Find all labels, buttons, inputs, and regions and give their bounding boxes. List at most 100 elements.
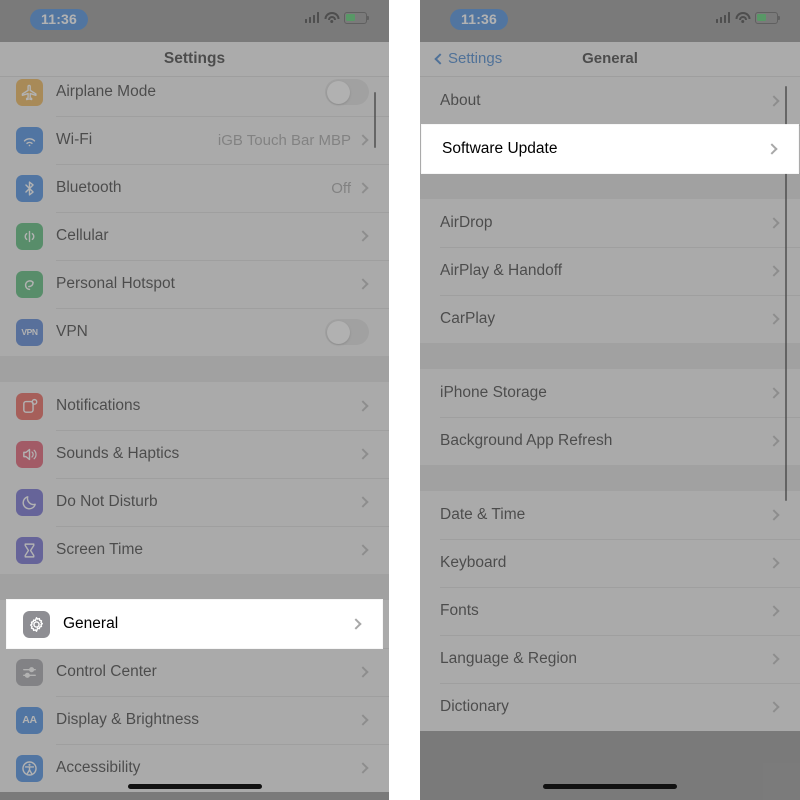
chevron-right-icon xyxy=(768,435,780,447)
status-clock: 11:36 xyxy=(30,9,89,30)
cellular-signal-icon xyxy=(715,12,730,24)
list-section: Notifications Sounds & Haptics Do Not Dist… xyxy=(0,382,389,574)
list-item-label: AirPlay & Handoff xyxy=(440,262,563,279)
list-item[interactable]: Wi-Fi iGB Touch Bar MBP xyxy=(0,116,389,164)
wifi-icon xyxy=(324,12,339,24)
list-item[interactable]: About xyxy=(420,77,800,125)
chevron-right-icon xyxy=(768,313,780,325)
list-item-value: iGB Touch Bar MBP xyxy=(217,131,351,149)
list-item-highlighted[interactable]: General xyxy=(7,600,382,648)
cellular-signal-icon xyxy=(304,12,319,24)
chevron-right-icon xyxy=(768,265,780,277)
list-section: AirDrop AirPlay & Handoff CarPlay xyxy=(420,199,800,343)
list-item-label: Sounds & Haptics xyxy=(56,445,180,462)
right-status-bar: 11:36 xyxy=(420,0,800,42)
list-item[interactable]: AirPlay & Handoff xyxy=(420,247,800,295)
status-icon-group xyxy=(715,12,780,24)
list-item-highlighted[interactable]: Software Update xyxy=(422,125,798,173)
chevron-right-icon xyxy=(768,95,780,107)
screenshot-root: 11:36 Settings Airplane Mode Wi-Fi iGB Tou… xyxy=(0,0,800,800)
list-item[interactable]: Screen Time xyxy=(0,526,389,574)
list-item[interactable]: Keyboard xyxy=(420,539,800,587)
sounds-icon xyxy=(16,440,43,468)
toggle-knob xyxy=(326,80,350,104)
general-list[interactable]: About Software Update AirDrop AirPlay & Han… xyxy=(420,77,800,800)
hourglass-icon xyxy=(16,536,43,564)
status-icon-group xyxy=(304,12,369,24)
right-nav-bar: Settings General xyxy=(420,42,800,77)
toggle-knob xyxy=(326,320,350,344)
home-indicator xyxy=(127,784,262,789)
list-item[interactable]: Sounds & Haptics xyxy=(0,430,389,478)
list-item-label: Notifications xyxy=(56,397,141,414)
wifi-icon xyxy=(16,126,43,154)
list-item-label: Display & Brightness xyxy=(56,711,200,728)
list-item-label: Dictionary xyxy=(440,698,509,715)
chevron-right-icon xyxy=(768,605,780,617)
chevron-right-icon xyxy=(357,278,369,290)
list-item[interactable]: CarPlay xyxy=(420,295,800,343)
settings-list[interactable]: Airplane Mode Wi-Fi iGB Touch Bar MBP Bluet… xyxy=(0,68,389,800)
chevron-right-icon xyxy=(357,496,369,508)
right-phone-screen: 11:36 Settings General About Software Upd… xyxy=(420,0,800,800)
chevron-right-icon xyxy=(357,400,369,412)
list-item[interactable]: Dictionary xyxy=(420,683,800,731)
chevron-right-icon xyxy=(768,653,780,665)
list-item[interactable]: Do Not Disturb xyxy=(0,478,389,526)
list-item[interactable]: Fonts xyxy=(420,587,800,635)
list-item[interactable]: Notifications xyxy=(0,382,389,430)
list-item-label: Date & Time xyxy=(440,506,526,523)
list-section: iPhone Storage Background App Refresh xyxy=(420,369,800,465)
list-item-value: Off xyxy=(331,179,351,197)
left-nav-bar: Settings xyxy=(0,42,389,77)
list-item-label: About xyxy=(440,92,481,109)
page-title: General xyxy=(582,50,638,67)
battery-icon xyxy=(755,12,780,24)
moon-icon xyxy=(16,488,43,516)
list-item-label: Bluetooth xyxy=(56,179,122,196)
list-item[interactable]: Bluetooth Off xyxy=(0,164,389,212)
list-item-label: iPhone Storage xyxy=(440,384,547,401)
list-item[interactable]: AirDrop xyxy=(420,199,800,247)
list-item[interactable]: Date & Time xyxy=(420,491,800,539)
vpn-icon: VPN xyxy=(16,318,43,346)
hotspot-icon xyxy=(16,270,43,298)
list-item-label: CarPlay xyxy=(440,310,496,327)
bluetooth-icon xyxy=(16,174,43,202)
chevron-right-icon xyxy=(768,387,780,399)
list-item-label: Accessibility xyxy=(56,759,141,776)
toggle-switch[interactable] xyxy=(325,319,369,345)
section-gap xyxy=(420,173,800,199)
list-item[interactable]: Personal Hotspot xyxy=(0,260,389,308)
chevron-right-icon xyxy=(357,182,369,194)
list-item-label: Software Update xyxy=(442,140,558,157)
wifi-icon xyxy=(735,12,750,24)
list-item[interactable]: AA Display & Brightness xyxy=(0,696,389,744)
list-item-label: Screen Time xyxy=(56,541,144,558)
chevron-right-icon xyxy=(768,557,780,569)
left-status-bar: 11:36 xyxy=(0,0,389,42)
chevron-right-icon xyxy=(766,143,778,155)
list-item-label: Cellular xyxy=(56,227,109,244)
list-item[interactable]: Control Center xyxy=(0,648,389,696)
notifications-icon xyxy=(16,392,43,420)
list-item-label: AirDrop xyxy=(440,214,493,231)
list-item[interactable]: Cellular xyxy=(0,212,389,260)
toggle-switch[interactable] xyxy=(325,79,369,105)
control-center-icon xyxy=(16,658,43,686)
chevron-right-icon xyxy=(357,230,369,242)
left-scrollbar[interactable] xyxy=(373,92,376,148)
list-item[interactable]: VPN VPN xyxy=(0,308,389,356)
list-item[interactable]: Background App Refresh xyxy=(420,417,800,465)
list-item[interactable]: iPhone Storage xyxy=(420,369,800,417)
list-item-label: VPN xyxy=(56,323,88,340)
chevron-right-icon xyxy=(768,701,780,713)
chevron-right-icon xyxy=(768,509,780,521)
section-gap xyxy=(420,465,800,491)
battery-icon xyxy=(344,12,369,24)
list-item[interactable]: Language & Region xyxy=(420,635,800,683)
list-item-label: Airplane Mode xyxy=(56,83,156,100)
page-title: Settings xyxy=(163,50,226,67)
section-gap xyxy=(0,356,389,382)
chevron-right-icon xyxy=(357,714,369,726)
